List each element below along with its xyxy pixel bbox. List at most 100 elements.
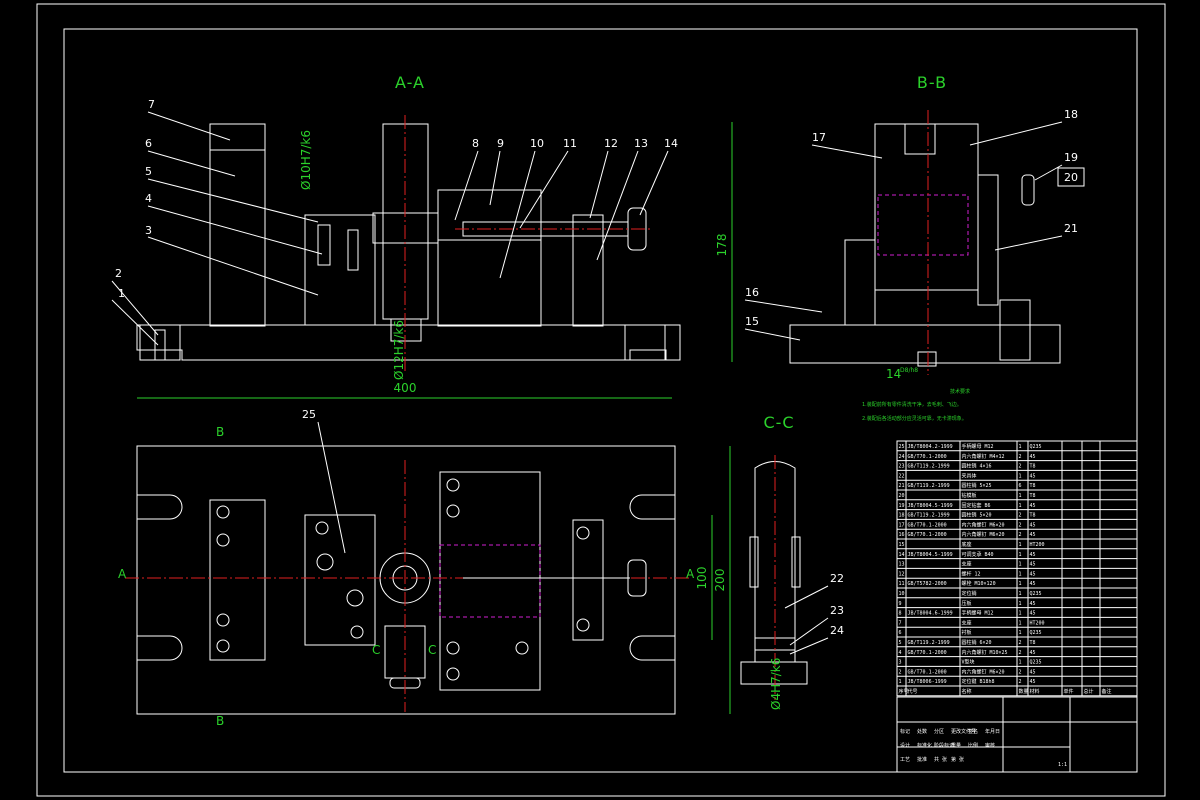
- bom-cell: GB/T5782-2000: [908, 581, 947, 587]
- balloon-14: 14: [664, 137, 678, 150]
- bom-cell: T8: [1030, 640, 1036, 646]
- aa-clamp-part-9: [437, 189, 542, 241]
- bom-cell: GB/T119.2-1999: [908, 640, 950, 646]
- bom-cell: 1: [1019, 562, 1022, 568]
- balloon-10: 10: [530, 137, 544, 150]
- balloon-7: 7: [148, 98, 155, 111]
- bom-cell: 22: [899, 473, 905, 479]
- balloon-15: 15: [745, 315, 759, 328]
- bom-cell: 手柄螺母 M12: [962, 443, 994, 450]
- bb-knob-part-19[interactable]: [1021, 174, 1035, 206]
- bom-header-cell: 材料: [1030, 688, 1040, 695]
- bom-cell: 12: [899, 571, 905, 577]
- bb-drill-plate: [977, 174, 999, 306]
- bb-bracket: [999, 299, 1031, 361]
- aa-screw-part-4: [317, 224, 331, 266]
- aa-base-plate: [136, 324, 681, 361]
- bom-cell: T8: [1030, 493, 1036, 499]
- bom-cell: 23: [899, 464, 905, 470]
- bom-cell: 1: [899, 679, 902, 685]
- bom-cell: 压板: [962, 600, 972, 607]
- section-aa-label: A-A: [395, 73, 425, 92]
- plan-dim-200-text: 200: [713, 569, 727, 592]
- bom-cell: 45: [1030, 611, 1036, 617]
- bom-cell: 14: [899, 552, 905, 558]
- bom-cell: GB/T70.1-2000: [908, 454, 947, 460]
- aa-pin-part-5: [347, 229, 359, 271]
- balloon-16: 16: [745, 286, 759, 299]
- technical-notes: 技术要求 1.装配前所有零件清洗干净，去毛刺、飞边。 2.装配后各活动部分应灵活…: [862, 388, 970, 422]
- plan-base-outline: [136, 445, 676, 715]
- bom-cell: 1: [1019, 552, 1022, 558]
- bom-cell: 1: [1019, 630, 1022, 636]
- bom-cell: Q235: [1030, 630, 1042, 636]
- aa-v-block-part-3: [304, 214, 376, 326]
- balloon-24: 24: [830, 624, 844, 637]
- bom-cell: 1: [1019, 601, 1022, 607]
- plan-slot-bottom-left: [137, 635, 183, 661]
- bom-cell: GB/T119.2-1999: [908, 464, 950, 470]
- bb-dim-14-fit: D8/h8: [900, 367, 918, 374]
- bom-cell: 9: [899, 601, 902, 607]
- title-block-label: 第 张: [951, 756, 964, 763]
- bb-dim-178-text: 178: [715, 234, 729, 257]
- balloon-25: 25: [302, 408, 316, 421]
- bb-base-part-15: [789, 324, 1061, 364]
- bom-cell: 17: [899, 522, 905, 528]
- bom-cell: GB/T70.1-2000: [908, 669, 947, 675]
- bom-cell: 16: [899, 532, 905, 538]
- bom-cell: 2: [1019, 532, 1022, 538]
- bom-cell: 5: [899, 640, 902, 646]
- marker-c-right: C: [428, 643, 436, 657]
- notes-line-2: 2.装配后各活动部分应灵活可靠，无卡滞现象。: [862, 415, 967, 422]
- bom-cell: 1: [1019, 503, 1022, 509]
- bom-cell: Q235: [1030, 660, 1042, 666]
- bom-header-cell: 单件: [1064, 688, 1074, 695]
- bom-cell: 1: [1019, 493, 1022, 499]
- bom-cell: 可调支承 B40: [962, 551, 994, 558]
- balloon-2: 2: [115, 267, 122, 280]
- bom-cell: 10: [899, 591, 905, 597]
- plan-dim-100-text: 100: [695, 567, 709, 590]
- bom-cell: 圆柱销 4×16: [962, 463, 992, 470]
- bom-cell: 4: [899, 650, 902, 656]
- marker-a-right: A: [686, 567, 695, 581]
- bb-body: [874, 123, 979, 291]
- bb-hidden-cavity: [877, 194, 969, 256]
- balloon-19: 19: [1064, 151, 1078, 164]
- bom-cell: T8: [1030, 483, 1036, 489]
- balloon-18: 18: [1064, 108, 1078, 121]
- bom-cell: Q235: [1030, 444, 1042, 450]
- bb-slot: [904, 123, 936, 155]
- inner-border: [63, 28, 1138, 773]
- bom-cell: JB/T8004.5-1999: [908, 552, 953, 558]
- plan-slot-bottom-right: [629, 635, 675, 661]
- bom-cell: 螺栓 M10×120: [962, 580, 996, 587]
- bom-cell: 2: [1019, 464, 1022, 470]
- bb-side-block: [844, 239, 876, 326]
- marker-b-bottom: B: [216, 714, 224, 728]
- bom-cell: 夹具体: [962, 472, 977, 479]
- bom-cell: 支座: [962, 619, 972, 626]
- bom-cell: 18: [899, 513, 905, 519]
- bom-cell: 内六角螺钉 M6×20: [962, 668, 1005, 675]
- section-bb-label: B-B: [917, 73, 947, 92]
- plan-slot-top-left: [137, 494, 183, 520]
- bom-cell: 45: [1030, 669, 1036, 675]
- bom-cell: 2: [1019, 640, 1022, 646]
- bill-of-materials: 25 JB/T8004.2-1999 手柄螺母 M12 1 Q23524 GB/T70.1…: [896, 440, 1138, 697]
- balloon-23: 23: [830, 604, 844, 617]
- bom-cell: GB/T70.1-2000: [908, 522, 947, 528]
- bom-cell: 衬板: [962, 629, 972, 636]
- title-block-label: 处数: [917, 728, 927, 735]
- bom-cell: 内六角螺钉 M10×25: [962, 649, 1008, 656]
- bom-cell: 13: [899, 562, 905, 568]
- balloon-9: 9: [497, 137, 504, 150]
- bom-cell: 1: [1019, 611, 1022, 617]
- bom-cell: JB/T8004.6-1999: [908, 611, 953, 617]
- bom-cell: 螺杆 12: [962, 570, 981, 577]
- aa-liner-part-6: [209, 123, 266, 151]
- bb-balloons: 16 15 17 18 19 20 21: [744, 108, 1085, 341]
- bom-cell: 25: [899, 444, 905, 450]
- section-cc-view: C-C 22 23 24 Ø4H7/k6: [740, 413, 844, 710]
